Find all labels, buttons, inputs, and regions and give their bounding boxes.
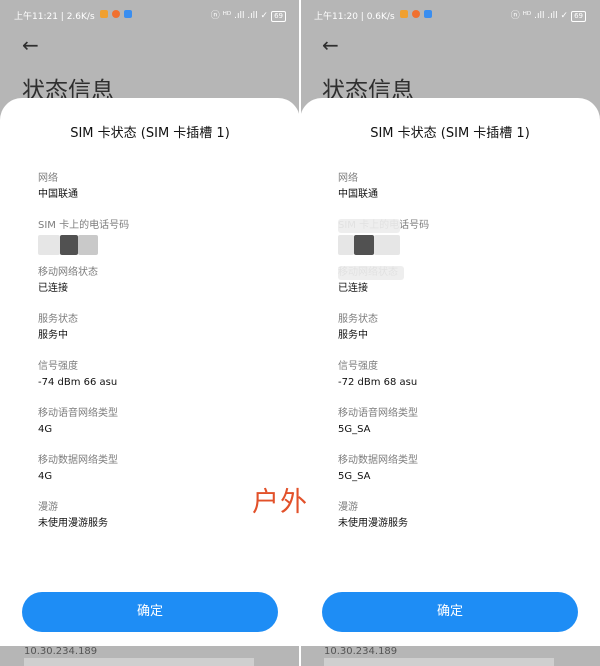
- app-notification-icon: [112, 10, 120, 18]
- row-value: 服务中: [338, 330, 368, 341]
- obscured-text: [324, 658, 554, 666]
- row-value: 未使用漫游服务: [38, 518, 108, 529]
- redaction-blur: [338, 219, 400, 233]
- row-value: 已连接: [338, 283, 368, 294]
- sheet-title: SIM 卡状态 (SIM 卡插槽 1): [70, 126, 230, 141]
- info-row-voice-network-type: 移动语音网络类型 4G: [38, 407, 278, 437]
- row-label: 移动语音网络类型: [338, 408, 418, 419]
- info-row-phone-number: SIM 卡上的电话号码: [338, 219, 578, 255]
- info-row-network: 网络 中国联通: [338, 172, 578, 202]
- back-arrow-icon[interactable]: ←: [22, 33, 39, 57]
- info-row-data-network-type: 移动数据网络类型 4G: [38, 454, 278, 484]
- app-notification-icon: [400, 10, 408, 18]
- left-screenshot: 上午11:21 | 2.6K/s ⓝ ᴴᴰ .ıll .ıll ✓ 69 ← 状态…: [0, 0, 300, 666]
- info-row-signal-strength: 信号强度 -74 dBm 66 asu: [38, 360, 278, 390]
- info-row-roaming: 漫游 未使用漫游服务: [38, 501, 278, 531]
- redaction-blur: [78, 235, 98, 255]
- confirm-button[interactable]: 确定: [322, 592, 578, 632]
- info-row-service-state: 服务状态 服务中: [338, 313, 578, 343]
- row-value: -72 dBm 68 asu: [338, 377, 418, 388]
- ip-address-text: 10.30.234.189: [24, 646, 98, 657]
- signal-icon: ⓝ ᴴᴰ .ıll .ıll ✓ 69: [211, 8, 286, 22]
- app-notification-icon: [412, 10, 420, 18]
- info-row-network: 网络 中国联通: [38, 172, 278, 202]
- info-row-phone-number: SIM 卡上的电话号码: [38, 219, 278, 255]
- redaction-blur: [60, 235, 78, 255]
- row-label: 漫游: [38, 502, 58, 513]
- row-value: -74 dBm 66 asu: [38, 377, 118, 388]
- battery-icon: 69: [271, 11, 286, 22]
- row-label: 网络: [38, 173, 58, 184]
- info-row-mobile-network-state: 移动网络状态 已连接: [338, 266, 578, 296]
- row-value: 4G: [38, 424, 53, 435]
- info-row-service-state: 服务状态 服务中: [38, 313, 278, 343]
- redaction-blur: [38, 235, 60, 255]
- row-value: [338, 235, 578, 255]
- row-label: SIM 卡上的电话号码: [38, 220, 130, 231]
- signal-icon: ⓝ ᴴᴰ .ıll .ıll ✓ 69: [511, 8, 586, 22]
- row-value: 已连接: [38, 283, 68, 294]
- right-screenshot: 上午11:20 | 0.6K/s ⓝ ᴴᴰ .ıll .ıll ✓ 69 ← 状态…: [300, 0, 600, 666]
- row-value: 中国联通: [38, 189, 78, 200]
- row-value: 5G_SA: [338, 424, 371, 435]
- row-label: 信号强度: [338, 361, 378, 372]
- outdoor-caption: 户外: [252, 487, 308, 518]
- redaction-blur: [374, 235, 400, 255]
- info-row-data-network-type: 移动数据网络类型 5G_SA: [338, 454, 578, 484]
- info-row-voice-network-type: 移动语音网络类型 5G_SA: [338, 407, 578, 437]
- row-value: 未使用漫游服务: [338, 518, 408, 529]
- row-value: 服务中: [38, 330, 68, 341]
- battery-icon: 69: [571, 11, 586, 22]
- confirm-button[interactable]: 确定: [22, 592, 278, 632]
- app-notification-icon: [100, 10, 108, 18]
- row-label: 移动网络状态: [38, 267, 98, 278]
- sim-status-sheet: SIM 卡状态 (SIM 卡插槽 1) 网络 中国联通 SIM 卡上的电话号码 …: [300, 98, 600, 646]
- status-bar: 上午11:20 | 0.6K/s ⓝ ᴴᴰ .ıll .ıll ✓ 69: [300, 0, 600, 28]
- redaction-blur: [354, 235, 374, 255]
- comparison-composite: 上午11:21 | 2.6K/s ⓝ ᴴᴰ .ıll .ıll ✓ 69 ← 状态…: [0, 0, 600, 666]
- row-label: 移动数据网络类型: [338, 455, 418, 466]
- redaction-blur: [338, 266, 404, 280]
- info-row-roaming: 漫游 未使用漫游服务: [338, 501, 578, 531]
- info-row-mobile-network-state: 移动网络状态 已连接: [38, 266, 278, 296]
- row-label: 漫游: [338, 502, 358, 513]
- row-label: 移动语音网络类型: [38, 408, 118, 419]
- row-label: 服务状态: [338, 314, 378, 325]
- ip-address-text: 10.30.234.189: [324, 646, 398, 657]
- row-value: 中国联通: [338, 189, 378, 200]
- status-time: 上午11:21 | 2.6K/s: [14, 12, 95, 22]
- row-value: 5G_SA: [338, 471, 371, 482]
- status-time: 上午11:20 | 0.6K/s: [314, 12, 395, 22]
- obscured-text: [24, 658, 254, 666]
- app-notification-icon: [124, 10, 132, 18]
- row-value: [38, 235, 278, 255]
- app-notification-icon: [424, 10, 432, 18]
- sheet-title: SIM 卡状态 (SIM 卡插槽 1): [370, 126, 530, 141]
- row-label: 网络: [338, 173, 358, 184]
- row-label: 服务状态: [38, 314, 78, 325]
- back-arrow-icon[interactable]: ←: [322, 33, 339, 57]
- row-label: 移动数据网络类型: [38, 455, 118, 466]
- row-value: 4G: [38, 471, 53, 482]
- info-row-signal-strength: 信号强度 -72 dBm 68 asu: [338, 360, 578, 390]
- redaction-blur: [338, 235, 354, 255]
- sim-status-sheet: SIM 卡状态 (SIM 卡插槽 1) 网络 中国联通 SIM 卡上的电话号码 …: [0, 98, 300, 646]
- panel-divider: [299, 0, 301, 666]
- row-label: 信号强度: [38, 361, 78, 372]
- status-bar: 上午11:21 | 2.6K/s ⓝ ᴴᴰ .ıll .ıll ✓ 69: [0, 0, 300, 28]
